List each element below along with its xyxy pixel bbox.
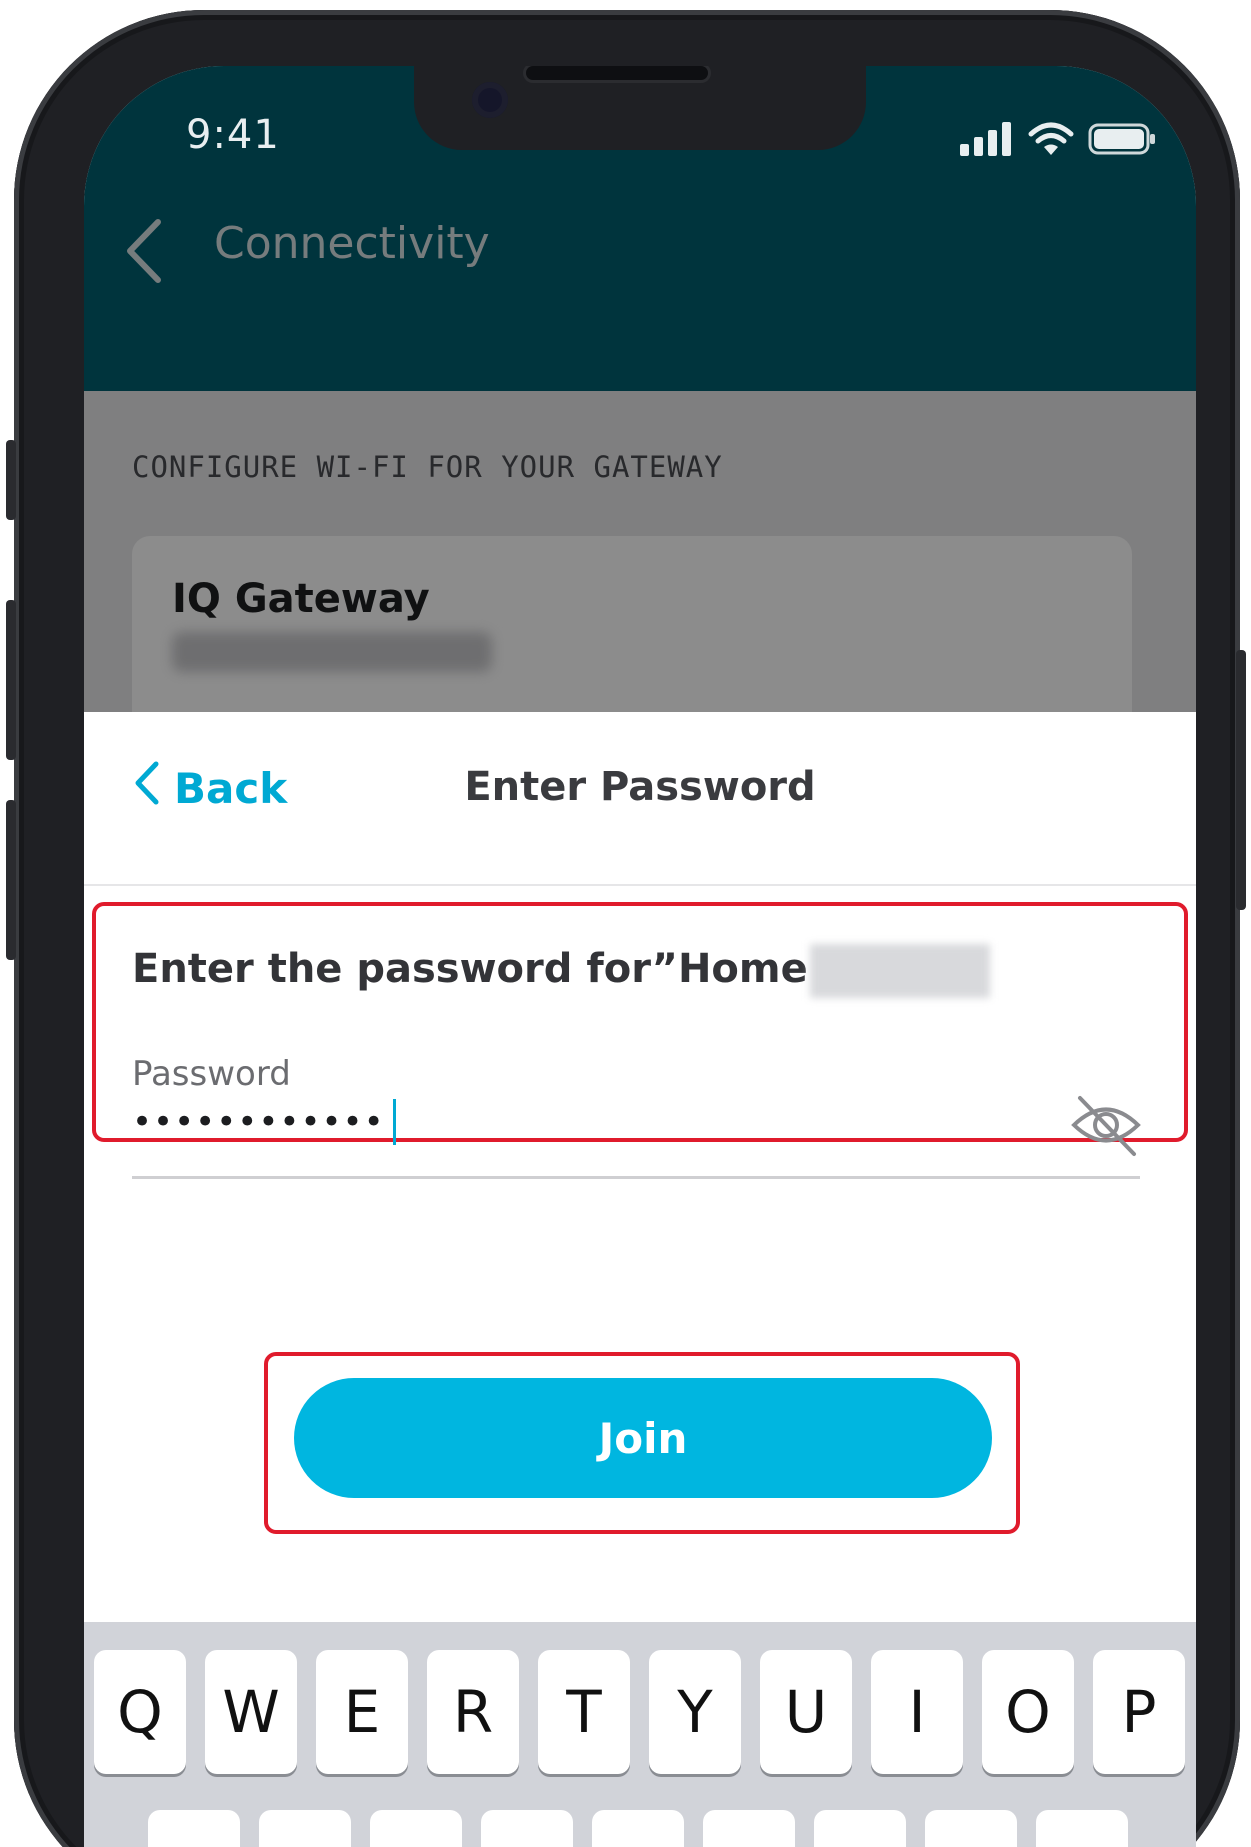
sheet-title: Enter Password <box>464 764 816 810</box>
password-sheet: Back Enter Password Enter the password f… <box>84 712 1196 1534</box>
power-button <box>1236 650 1246 910</box>
key-u[interactable]: U <box>760 1650 852 1774</box>
text-caret <box>392 1099 396 1145</box>
phone-frame: Connectivity CONFIGURE WI-FI FOR YOUR GA… <box>6 10 1246 1847</box>
key-i[interactable]: I <box>871 1650 963 1774</box>
key-k[interactable]: K <box>925 1810 1017 1847</box>
password-prompt: Enter the password for”Home <box>132 944 990 998</box>
key-w[interactable]: W <box>205 1650 297 1774</box>
battery-icon <box>1088 122 1156 160</box>
key-f[interactable]: F <box>481 1810 573 1847</box>
earpiece-speaker <box>526 66 708 80</box>
key-o[interactable]: O <box>982 1650 1074 1774</box>
phone-screen: Connectivity CONFIGURE WI-FI FOR YOUR GA… <box>84 66 1196 1847</box>
key-e[interactable]: E <box>316 1650 408 1774</box>
status-time: 9:41 <box>186 112 280 158</box>
key-r[interactable]: R <box>427 1650 519 1774</box>
key-q[interactable]: Q <box>94 1650 186 1774</box>
password-prompt-text: Enter the password for”Home <box>132 946 808 992</box>
mute-switch <box>6 440 16 520</box>
key-g[interactable]: G <box>592 1810 684 1847</box>
key-t[interactable]: T <box>538 1650 630 1774</box>
modal-overlay <box>84 66 1196 712</box>
key-d[interactable]: D <box>370 1810 462 1847</box>
status-icons <box>960 122 1156 160</box>
app-screenshot: Connectivity CONFIGURE WI-FI FOR YOUR GA… <box>0 0 1251 1847</box>
join-button[interactable]: Join <box>294 1378 992 1498</box>
password-input-value: •••••••••••• <box>132 1102 385 1142</box>
volume-up-button <box>6 600 16 760</box>
password-field-underline <box>132 1176 1140 1179</box>
key-l[interactable]: L <box>1036 1810 1128 1847</box>
key-y[interactable]: Y <box>649 1650 741 1774</box>
keyboard: QWERTYUIOP ASDFGHJKL <box>84 1622 1196 1847</box>
sheet-divider <box>84 884 1196 886</box>
key-s[interactable]: S <box>259 1810 351 1847</box>
key-h[interactable]: H <box>703 1810 795 1847</box>
volume-down-button <box>6 800 16 960</box>
network-name-redacted <box>809 944 990 998</box>
password-field-label: Password <box>132 1054 291 1094</box>
front-camera <box>472 82 508 118</box>
key-j[interactable]: J <box>814 1810 906 1847</box>
password-input[interactable]: •••••••••••• <box>132 1099 396 1145</box>
cellular-signal-icon <box>960 122 1014 160</box>
wifi-icon <box>1028 122 1074 160</box>
key-a[interactable]: A <box>148 1810 240 1847</box>
eye-off-icon[interactable] <box>1070 1092 1142 1162</box>
key-p[interactable]: P <box>1093 1650 1185 1774</box>
